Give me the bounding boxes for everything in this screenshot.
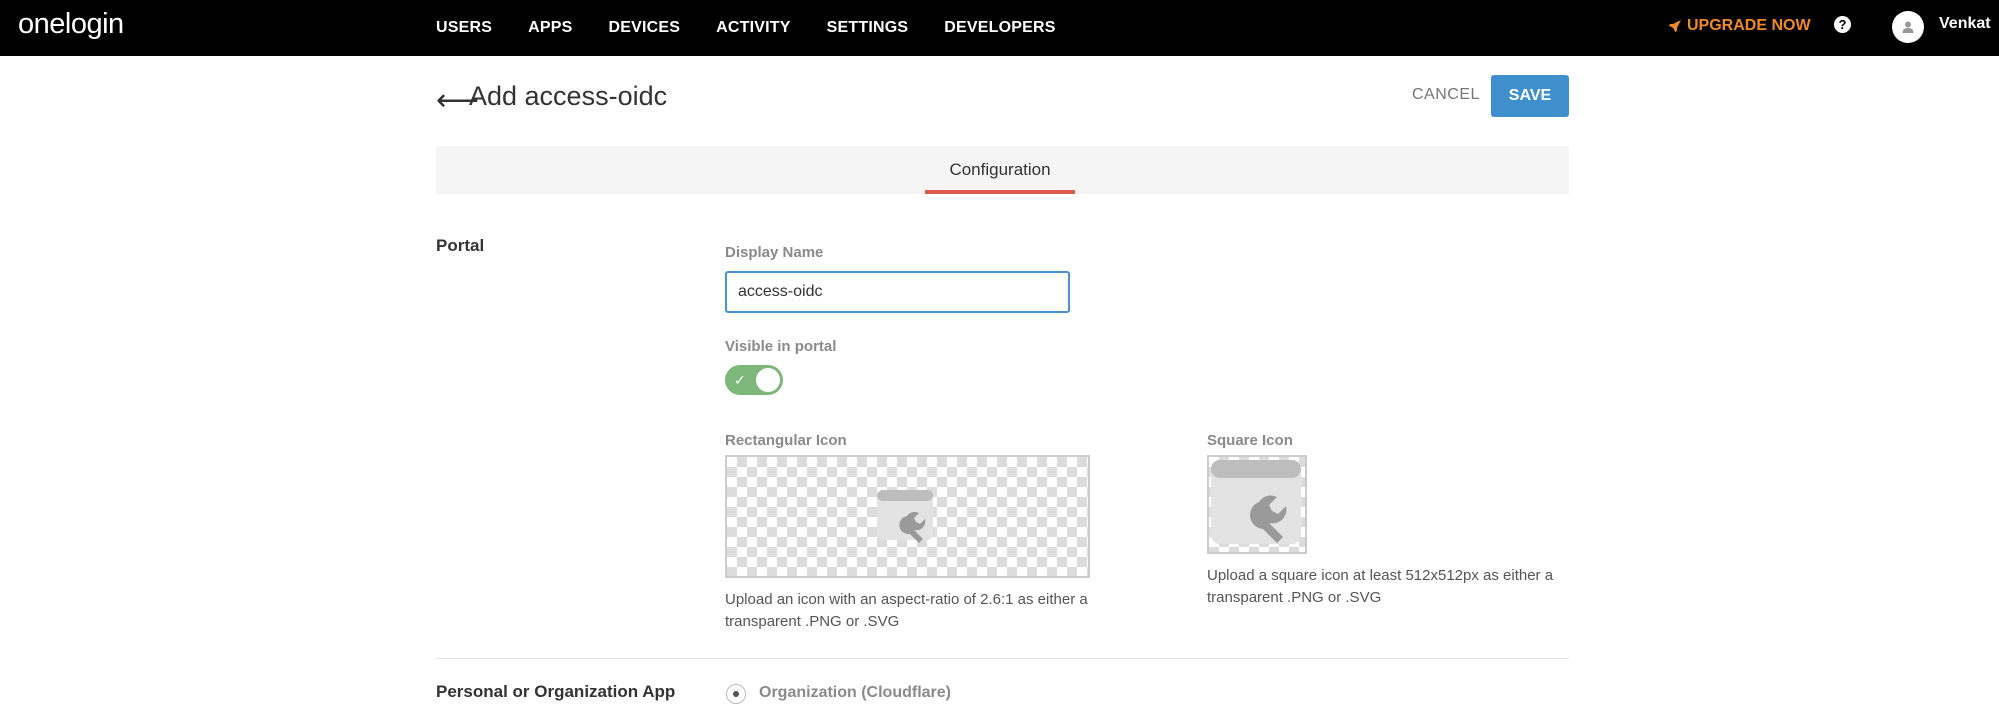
rectangular-icon-help: Upload an icon with an aspect-ratio of 2…	[725, 591, 1088, 630]
organization-radio[interactable]	[726, 684, 746, 704]
visible-in-portal-toggle[interactable]: ✓	[725, 365, 783, 395]
onelogin-logo[interactable]: onelogin	[18, 8, 124, 41]
app-type-section-label: Personal or Organization App	[436, 682, 676, 701]
nav-apps[interactable]: APPS	[528, 19, 572, 37]
tab-bar: Configuration	[436, 146, 1569, 194]
radio-selected-dot	[733, 691, 739, 697]
section-divider	[436, 658, 1569, 659]
display-name-field[interactable]	[725, 271, 1070, 313]
nav-devices[interactable]: DEVICES	[609, 19, 681, 37]
avatar[interactable]	[1892, 11, 1924, 43]
top-navbar: onelogin USERS APPS DEVICES ACTIVITY SET…	[0, 0, 1999, 56]
display-name-label: Display Name	[725, 244, 824, 261]
square-icon-help: Upload a square icon at least 512x512px …	[1207, 567, 1554, 606]
page-title: Add access-oidc	[469, 81, 668, 111]
question-circle-icon[interactable]: ?	[1834, 16, 1851, 33]
main-nav: USERS APPS DEVICES ACTIVITY SETTINGS DEV…	[436, 0, 1092, 56]
rectangular-icon-label: Rectangular Icon	[725, 432, 847, 449]
portal-section-label: Portal	[436, 236, 485, 255]
square-icon-label: Square Icon	[1207, 432, 1293, 449]
check-icon: ✓	[734, 372, 746, 388]
rectangular-icon-upload[interactable]	[725, 455, 1090, 578]
upgrade-now-label: UPGRADE NOW	[1687, 17, 1811, 34]
upgrade-now-link[interactable]: UPGRADE NOW	[1668, 17, 1811, 35]
save-button[interactable]: SAVE	[1491, 75, 1569, 117]
nav-users[interactable]: USERS	[436, 19, 492, 37]
square-icon-upload[interactable]	[1207, 455, 1307, 554]
app-wrench-icon	[877, 490, 933, 543]
app-wrench-icon	[1211, 460, 1301, 544]
active-tab-indicator	[925, 190, 1075, 194]
organization-radio-label[interactable]: Organization (Cloudflare)	[759, 684, 951, 702]
rocket-icon	[1669, 20, 1681, 32]
nav-settings[interactable]: SETTINGS	[827, 19, 909, 37]
visible-in-portal-label: Visible in portal	[725, 338, 837, 355]
cancel-button[interactable]: CANCEL	[1412, 86, 1480, 104]
username[interactable]: Venkat	[1939, 15, 1991, 33]
tab-configuration[interactable]: Configuration	[925, 146, 1075, 194]
nav-developers[interactable]: DEVELOPERS	[944, 19, 1055, 37]
nav-activity[interactable]: ACTIVITY	[716, 19, 791, 37]
toggle-knob	[756, 368, 780, 392]
user-icon	[1902, 21, 1914, 33]
